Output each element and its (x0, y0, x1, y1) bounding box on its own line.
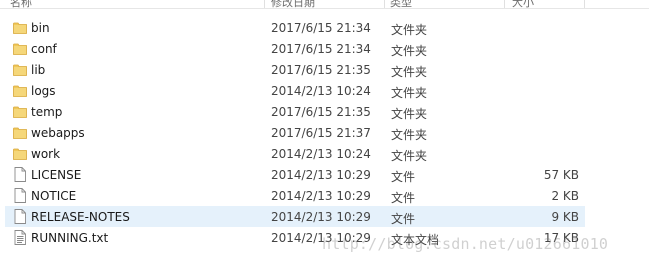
file-row[interactable]: NOTICE 2014/2/13 10:29 文件 2 KB (5, 185, 585, 206)
file-size: 9 KB (551, 210, 579, 224)
file-type: 文件 (391, 212, 416, 226)
column-divider[interactable] (504, 0, 505, 8)
file-modified-date: 2014/2/13 10:29 (271, 168, 371, 182)
file-modified-date: 2014/2/13 10:24 (271, 147, 371, 161)
file-row[interactable]: webapps 2017/6/15 21:37 文件夹 (5, 122, 585, 143)
file-row[interactable]: bin 2017/6/15 21:34 文件夹 (5, 17, 585, 38)
file-type: 文件夹 (391, 65, 428, 79)
folder-icon (13, 125, 27, 140)
folder-icon (13, 104, 27, 119)
file-name: conf (31, 42, 57, 56)
file-type: 文件 (391, 170, 416, 184)
file-icon (13, 167, 27, 182)
folder-icon (13, 146, 27, 161)
file-name: bin (31, 21, 50, 35)
file-modified-date: 2014/2/13 10:29 (271, 210, 371, 224)
file-row[interactable]: LICENSE 2014/2/13 10:29 文件 57 KB (5, 164, 585, 185)
file-modified-date: 2017/6/15 21:34 (271, 42, 371, 56)
file-type: 文件夹 (391, 107, 428, 121)
file-name: RELEASE-NOTES (31, 210, 130, 224)
file-modified-date: 2014/2/13 10:24 (271, 84, 371, 98)
watermark-text: http://blog.csdn.net/u012661010 (322, 235, 609, 253)
folder-icon (13, 20, 27, 35)
folder-icon (13, 83, 27, 98)
file-icon (13, 209, 27, 224)
file-name: RUNNING.txt (31, 231, 109, 245)
file-list: bin 2017/6/15 21:34 文件夹 conf 2017/6/15 21:34… (0, 17, 649, 248)
file-row[interactable]: lib 2017/6/15 21:35 文件夹 (5, 59, 585, 80)
file-size: 2 KB (551, 189, 579, 203)
file-row[interactable]: conf 2017/6/15 21:34 文件夹 (5, 38, 585, 59)
folder-icon (13, 62, 27, 77)
file-row[interactable]: logs 2014/2/13 10:24 文件夹 (5, 80, 585, 101)
column-header-bar: 名称 修改日期 类型 大小 (0, 0, 649, 9)
column-header-name[interactable]: 名称 (10, 0, 32, 8)
file-name: temp (31, 105, 63, 119)
file-modified-date: 2017/6/15 21:37 (271, 126, 371, 140)
file-modified-date: 2017/6/15 21:35 (271, 63, 371, 77)
file-size: 57 KB (543, 168, 579, 182)
file-name: lib (31, 63, 46, 77)
column-divider[interactable] (584, 0, 585, 8)
file-row[interactable]: temp 2017/6/15 21:35 文件夹 (5, 101, 585, 122)
file-name: LICENSE (31, 168, 82, 182)
column-divider[interactable] (384, 0, 385, 8)
text-file-icon (13, 230, 27, 245)
file-type: 文件夹 (391, 149, 428, 163)
file-type: 文件 (391, 191, 416, 205)
column-header-size[interactable]: 大小 (512, 0, 534, 8)
file-modified-date: 2014/2/13 10:29 (271, 189, 371, 203)
file-row[interactable]: work 2014/2/13 10:24 文件夹 (5, 143, 585, 164)
file-name: logs (31, 84, 56, 98)
file-type: 文件夹 (391, 44, 428, 58)
file-type: 文件夹 (391, 128, 428, 142)
column-header-date[interactable]: 修改日期 (271, 0, 315, 8)
file-icon (13, 188, 27, 203)
folder-icon (13, 41, 27, 56)
file-name: work (31, 147, 61, 161)
file-modified-date: 2017/6/15 21:34 (271, 21, 371, 35)
file-row[interactable]: RELEASE-NOTES 2014/2/13 10:29 文件 9 KB (5, 206, 585, 227)
file-name: NOTICE (31, 189, 77, 203)
column-header-type[interactable]: 类型 (390, 0, 412, 8)
column-divider[interactable] (264, 0, 265, 8)
file-modified-date: 2017/6/15 21:35 (271, 105, 371, 119)
file-name: webapps (31, 126, 85, 140)
file-type: 文件夹 (391, 86, 428, 100)
file-type: 文件夹 (391, 23, 428, 37)
